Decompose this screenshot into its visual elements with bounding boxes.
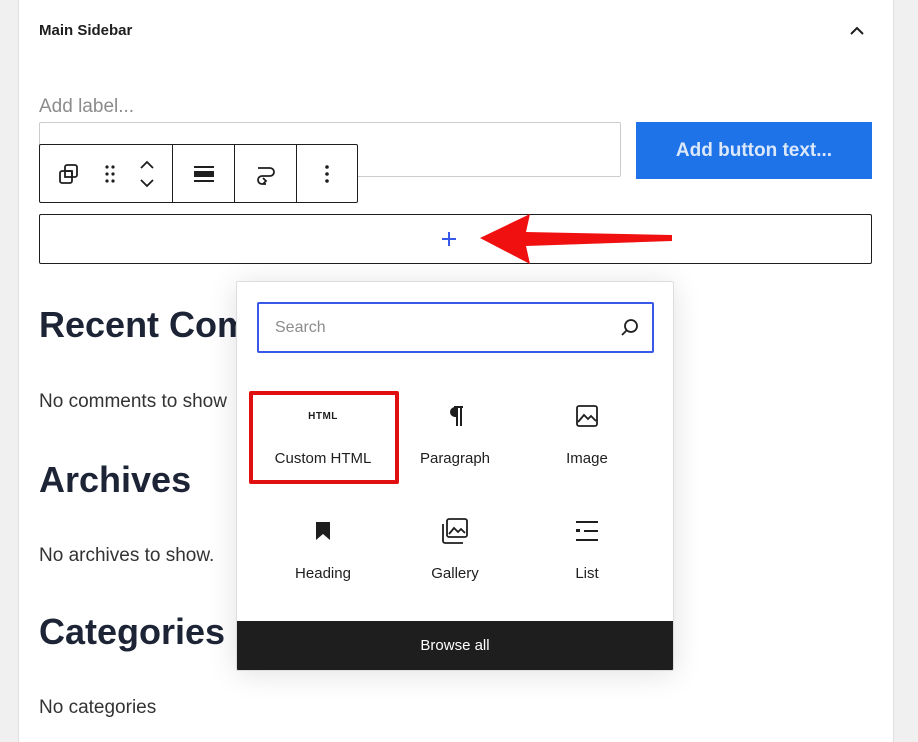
toolbar-group-align xyxy=(173,145,235,202)
toolbar-group-options xyxy=(297,145,357,202)
collapse-button[interactable] xyxy=(844,18,870,42)
align-wide-icon xyxy=(193,165,214,182)
more-vertical-icon xyxy=(325,164,329,183)
options-button[interactable] xyxy=(297,145,357,202)
block-heading[interactable]: Heading xyxy=(257,503,389,603)
image-icon xyxy=(575,396,599,436)
block-label: List xyxy=(575,565,599,582)
transform-button[interactable] xyxy=(235,145,296,202)
chevron-up-icon xyxy=(850,26,864,35)
browse-all-button[interactable]: Browse all xyxy=(237,621,673,670)
toolbar-group-move xyxy=(40,145,173,202)
archives-text: No archives to show. xyxy=(39,545,215,566)
block-gallery[interactable]: Gallery xyxy=(389,503,521,603)
block-image[interactable]: Image xyxy=(521,388,653,488)
search-icon xyxy=(621,318,638,336)
block-paragraph[interactable]: Paragraph xyxy=(389,388,521,488)
heading-icon xyxy=(315,511,331,551)
block-inserter-popover: HTML Custom HTML Paragraph Image H xyxy=(236,281,674,671)
duplicate-button[interactable] xyxy=(40,145,98,202)
align-button[interactable] xyxy=(173,145,234,202)
move-buttons[interactable] xyxy=(122,145,172,202)
drag-handle[interactable] xyxy=(98,145,122,202)
toolbar-group-transform xyxy=(235,145,297,202)
categories-heading: Categories xyxy=(39,611,226,652)
block-label: Image xyxy=(566,450,608,467)
paragraph-icon xyxy=(446,396,464,436)
search-button[interactable]: Add button text... xyxy=(636,122,872,179)
duplicate-icon xyxy=(59,163,78,184)
block-label: Heading xyxy=(295,565,351,582)
gallery-icon xyxy=(442,511,468,551)
recent-comments-text: No comments to show xyxy=(39,391,227,412)
plus-icon xyxy=(442,232,456,246)
drag-handle-icon xyxy=(105,164,115,183)
list-icon xyxy=(575,511,599,551)
block-label: Paragraph xyxy=(419,450,491,467)
inserter-search-input[interactable] xyxy=(273,317,620,338)
block-toolbar xyxy=(39,144,358,203)
sidebar-title: Main Sidebar xyxy=(39,22,133,39)
recent-comments-heading: Recent Com xyxy=(39,304,250,345)
archives-heading: Archives xyxy=(39,459,192,500)
block-label: Gallery xyxy=(431,565,479,582)
annotation-highlight-box xyxy=(249,391,399,484)
chevron-down-icon xyxy=(140,178,154,187)
block-list[interactable]: List xyxy=(521,503,653,603)
annotation-arrow-icon xyxy=(480,214,672,264)
inserter-search[interactable] xyxy=(257,302,654,353)
add-block-button[interactable] xyxy=(39,214,872,264)
transform-icon xyxy=(256,166,275,185)
search-label-input[interactable]: Add label... xyxy=(39,96,134,118)
chevron-up-icon xyxy=(140,160,154,169)
categories-text: No categories xyxy=(39,697,157,718)
